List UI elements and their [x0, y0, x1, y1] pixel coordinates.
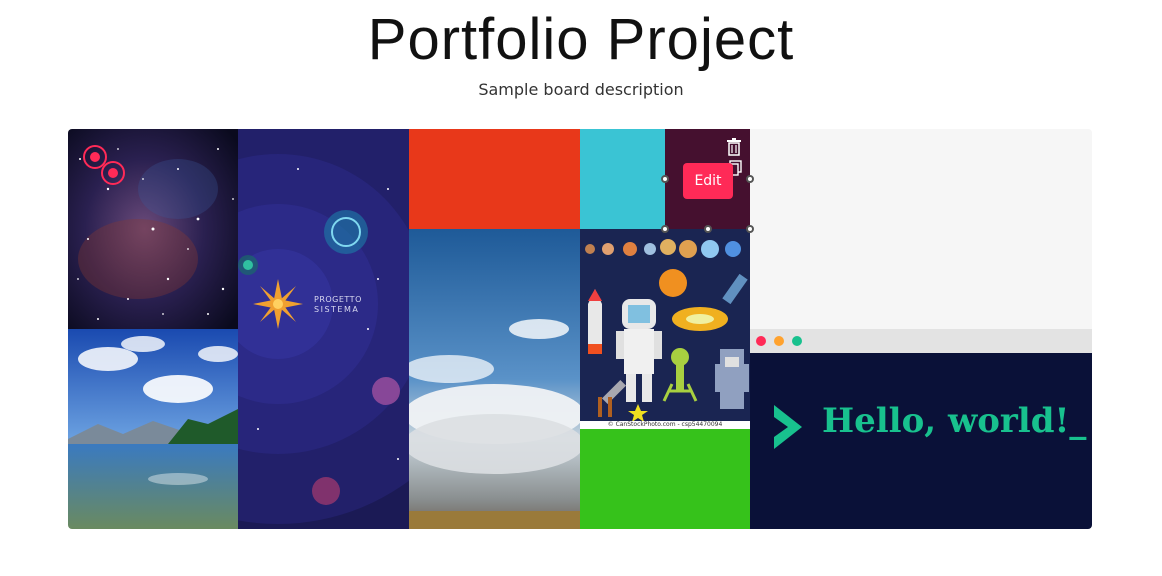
board-grid: PROGETTO SISTEMA © CanStockPhoto.com - c…: [68, 129, 1092, 529]
hello-world-card[interactable]: Hello, world!_: [750, 329, 1092, 529]
orange-color-block[interactable]: [409, 129, 580, 229]
resize-handle-top-right[interactable]: [746, 175, 754, 183]
galaxy-image[interactable]: [68, 129, 238, 329]
play-chevron-icon: [774, 405, 802, 449]
empty-light-block[interactable]: [750, 129, 1092, 329]
green-dot-icon: [792, 336, 802, 346]
cyan-color-block[interactable]: [580, 129, 665, 229]
red-dot-icon: [756, 336, 766, 346]
page-title: Portfolio Project: [367, 7, 795, 72]
edit-button[interactable]: Edit: [683, 163, 733, 199]
browser-bar: [750, 329, 1092, 353]
progetto-line1: PROGETTO: [314, 295, 362, 304]
trash-icon[interactable]: [726, 138, 742, 156]
resize-handle-bottom-center[interactable]: [704, 225, 712, 233]
pixel-art-credit: © CanStockPhoto.com - csp54470094: [580, 421, 750, 429]
resize-handle-bottom-left[interactable]: [661, 225, 669, 233]
sky-clouds-image[interactable]: [409, 229, 580, 529]
lake-landscape-image[interactable]: [68, 329, 238, 529]
orange-dot-icon: [774, 336, 784, 346]
page-subtitle: Sample board description: [478, 80, 684, 99]
resize-handle-top-left[interactable]: [661, 175, 669, 183]
pixel-space-art-image[interactable]: © CanStockPhoto.com - csp54470094: [580, 229, 750, 429]
green-color-block[interactable]: [580, 429, 750, 529]
hello-world-text: Hello, world!_: [822, 401, 1087, 441]
progetto-sistema-image[interactable]: PROGETTO SISTEMA: [238, 129, 409, 529]
resize-handle-bottom-right[interactable]: [746, 225, 754, 233]
progetto-line2: SISTEMA: [314, 305, 360, 314]
